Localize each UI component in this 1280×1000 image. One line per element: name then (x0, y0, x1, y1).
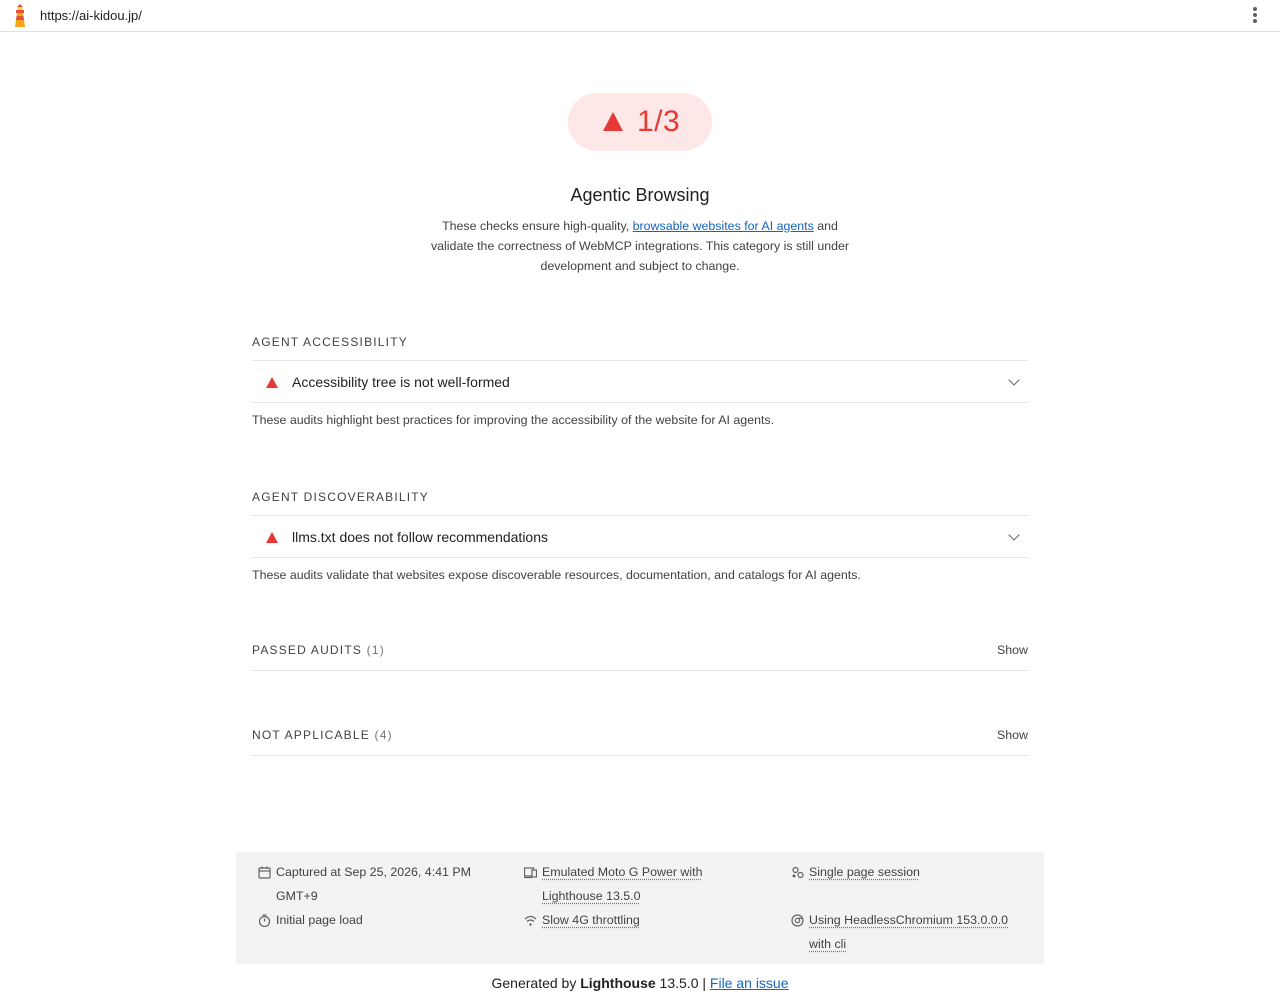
devices-icon (524, 867, 537, 879)
emulated-device-text[interactable]: Emulated Moto G Power with Lighthouse 13… (524, 860, 734, 908)
more-menu-icon[interactable] (1249, 7, 1261, 25)
group-description: These audits highlight best practices fo… (252, 413, 775, 427)
initial-page-load-item: Initial page load (258, 908, 488, 932)
passed-audits-title: PASSED AUDITS (252, 643, 363, 657)
chevron-down-icon[interactable] (1008, 529, 1020, 541)
browser-text[interactable]: Using HeadlessChromium 153.0.0.0 with cl… (791, 908, 1021, 956)
score-badge: 1/3 (568, 93, 712, 151)
captured-at-text: Captured at Sep 25, 2026, 4:41 PM GMT+9 (276, 865, 471, 903)
lighthouse-version: 13.5.0 | (655, 975, 710, 991)
group-heading-agent-discoverability: AGENT DISCOVERABILITY (252, 490, 430, 504)
lighthouse-brand: Lighthouse (580, 975, 656, 991)
top-bar: https://ai-kidou.jp/ (0, 0, 1280, 32)
passed-audits-count: (1) (366, 643, 385, 657)
score-value: 1/3 (637, 105, 681, 138)
browser-item[interactable]: Using HeadlessChromium 153.0.0.0 with cl… (791, 908, 1021, 956)
session-item[interactable]: Single page session (791, 860, 1021, 884)
timer-icon (258, 914, 271, 927)
file-issue-link[interactable]: File an issue (710, 975, 789, 991)
category-title: Agentic Browsing (570, 185, 710, 205)
passed-audits-label: PASSED AUDITS (1) (252, 643, 385, 657)
not-applicable-title: NOT APPLICABLE (252, 728, 370, 742)
not-applicable-count: (4) (374, 728, 393, 742)
show-passed-button[interactable]: Show (997, 643, 1028, 657)
session-text[interactable]: Single page session (791, 860, 1021, 884)
audit-title: Accessibility tree is not well-formed (292, 374, 510, 390)
captured-at-item: Captured at Sep 25, 2026, 4:41 PM GMT+9 (258, 860, 488, 908)
throttling-text[interactable]: Slow 4G throttling (524, 908, 734, 932)
page-url: https://ai-kidou.jp/ (40, 8, 142, 23)
chevron-down-icon[interactable] (1008, 374, 1020, 386)
fail-triangle-icon (603, 112, 623, 131)
not-applicable-section[interactable]: NOT APPLICABLE (4) Show (252, 720, 1028, 756)
emulated-device-item[interactable]: Emulated Moto G Power with Lighthouse 13… (524, 860, 734, 908)
lighthouse-logo-icon (15, 4, 25, 27)
fail-triangle-icon (266, 532, 278, 543)
runtime-info-panel: Captured at Sep 25, 2026, 4:41 PM GMT+9 … (236, 852, 1044, 964)
generated-prefix: Generated by (491, 975, 581, 991)
initial-page-load-text: Initial page load (276, 913, 363, 927)
audit-accessibility-tree[interactable]: Accessibility tree is not well-formed (252, 360, 1028, 403)
generated-by-footer: Generated by Lighthouse 13.5.0 | File an… (0, 975, 1280, 991)
session-icon (792, 866, 804, 879)
calendar-icon (258, 866, 271, 879)
wifi-icon (524, 915, 537, 926)
chrome-icon (791, 914, 804, 927)
passed-audits-section[interactable]: PASSED AUDITS (1) Show (252, 635, 1028, 671)
browsable-websites-link[interactable]: browsable websites for AI agents (633, 219, 814, 233)
show-not-applicable-button[interactable]: Show (997, 728, 1028, 742)
group-description: These audits validate that websites expo… (252, 568, 861, 582)
group-heading-agent-accessibility: AGENT ACCESSIBILITY (252, 335, 408, 349)
audit-llms-txt[interactable]: llms.txt does not follow recommendations (252, 515, 1028, 558)
category-description: These checks ensure high-quality, browsa… (430, 216, 850, 276)
audit-title: llms.txt does not follow recommendations (292, 529, 548, 545)
category-description-prefix: These checks ensure high-quality, (442, 219, 633, 233)
not-applicable-label: NOT APPLICABLE (4) (252, 728, 393, 742)
throttling-item[interactable]: Slow 4G throttling (524, 908, 734, 932)
fail-triangle-icon (266, 377, 278, 388)
